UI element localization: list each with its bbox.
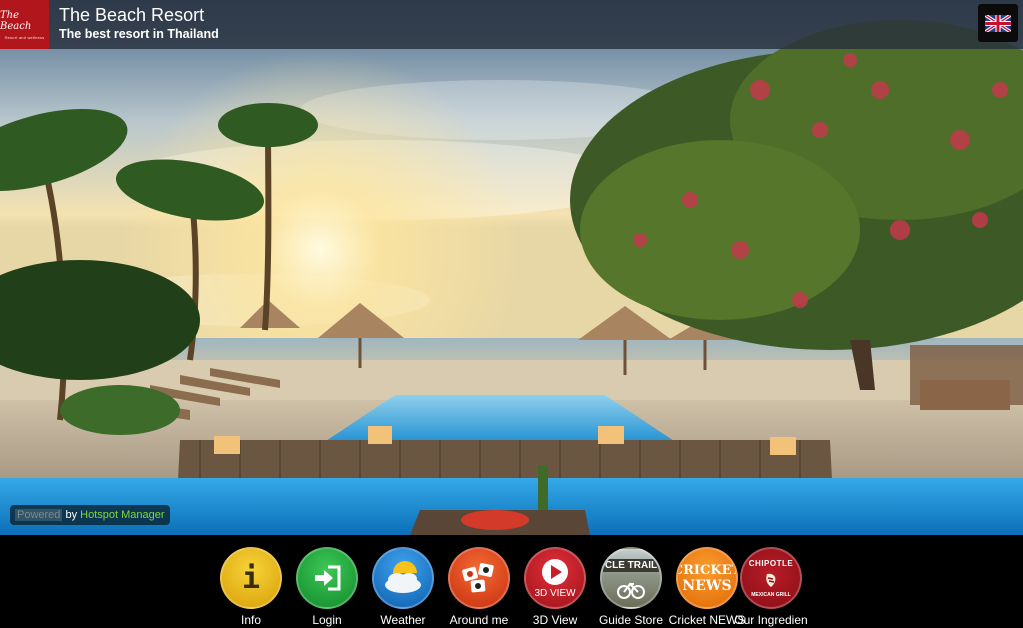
dock-label-info: Info xyxy=(240,613,261,627)
dock-item-guide-store[interactable]: CLE TRAIL Guide Store xyxy=(593,547,669,628)
dock-item-around-me[interactable]: Around me xyxy=(441,547,517,628)
around-me-icon[interactable] xyxy=(448,547,510,609)
chipotle-bottom: MEXICAN GRILL xyxy=(751,591,791,598)
logo-text: The Beach xyxy=(0,9,32,32)
dock-label-guide-store: Guide Store xyxy=(598,613,664,627)
dock-item-our-ingredients[interactable]: CHIPOTLE MEXICAN GRILL Our Ingredien xyxy=(733,547,809,628)
uk-flag-icon xyxy=(985,14,1011,32)
dock-item-info[interactable]: i Info xyxy=(213,547,289,628)
dock-label-around-me: Around me xyxy=(449,613,509,627)
dock-label-weather: Weather xyxy=(380,613,426,627)
cycle-trails-text: CLE TRAIL xyxy=(602,559,660,572)
page-title: The Beach Resort xyxy=(59,5,205,25)
dock-label-3d-view: 3D View xyxy=(532,613,578,627)
info-icon[interactable]: i xyxy=(220,547,282,609)
login-icon[interactable] xyxy=(296,547,358,609)
dock-item-weather[interactable]: Weather xyxy=(365,547,441,628)
dock-label-login: Login xyxy=(312,613,342,627)
chipotle-top: CHIPOTLE xyxy=(748,558,794,568)
header-bar: The Beach Resort and wellness The Beach … xyxy=(0,0,1023,49)
language-button[interactable] xyxy=(978,4,1018,42)
hero-background-image xyxy=(0,0,1023,535)
play-icon[interactable]: 3D VIEW xyxy=(524,547,586,609)
3d-view-text: 3D VIEW xyxy=(534,587,576,599)
page-subtitle: The best resort in Thailand xyxy=(59,27,219,41)
weather-icon[interactable] xyxy=(372,547,434,609)
cycle-trails-icon[interactable]: CLE TRAIL xyxy=(600,547,662,609)
chipotle-icon[interactable]: CHIPOTLE MEXICAN GRILL xyxy=(740,547,802,609)
powered-prefix: Powered xyxy=(15,509,63,521)
cricket-news-icon[interactable]: CRICKET NEWS xyxy=(676,547,738,609)
powered-by-text: by xyxy=(62,509,81,521)
cricket-news-top: CRICKET xyxy=(676,562,738,578)
dock-item-3d-view[interactable]: 3D VIEW 3D View xyxy=(517,547,593,628)
dock-item-login[interactable]: Login xyxy=(289,547,365,628)
app-dock: i Info Login Weather Around me 3D VIEW 3… xyxy=(0,535,1023,628)
resort-logo[interactable]: The Beach Resort and wellness xyxy=(0,0,49,49)
powered-by-badge[interactable]: Powered by Hotspot Manager xyxy=(10,505,170,525)
powered-brand-link[interactable]: Hotspot Manager xyxy=(80,509,164,521)
dock-label-our-ingredients: Our Ingredien xyxy=(734,613,808,627)
cricket-news-bottom: NEWS xyxy=(682,577,732,594)
logo-tagline: Resort and wellness xyxy=(4,34,45,40)
